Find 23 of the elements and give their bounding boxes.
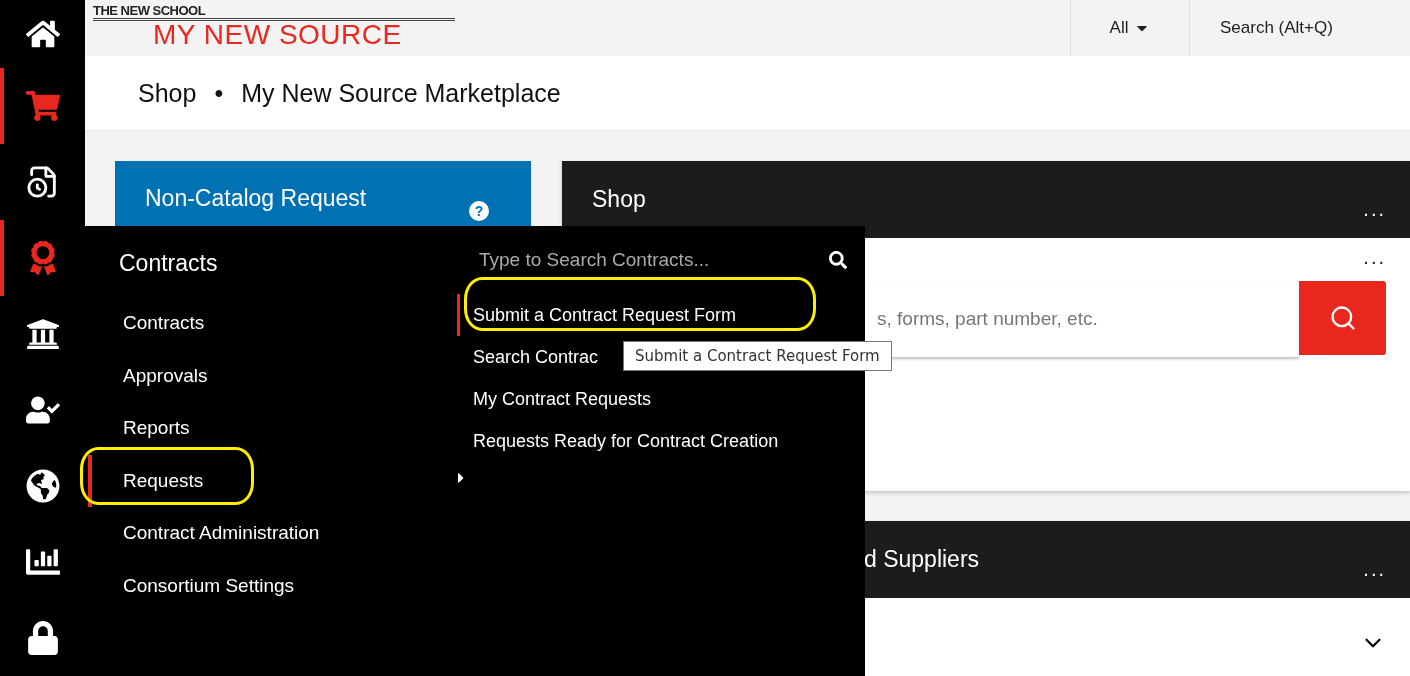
breadcrumb-text: Shop [138,78,197,108]
help-icon[interactable]: ? [469,201,489,221]
search-button[interactable] [1299,281,1386,355]
more-button[interactable]: ... [1363,198,1386,221]
search-icon [1328,304,1357,332]
breadcrumb-text: • [214,78,224,108]
card-title: Non-Catalog Request [145,185,367,212]
lock-icon [25,621,60,655]
more-button[interactable]: ... [1363,558,1386,581]
scope-dropdown[interactable]: All [1070,0,1190,56]
menu-title: Contracts [118,250,219,277]
more-button[interactable]: ... [1363,246,1386,269]
panel-title: d Suppliers [863,546,980,573]
user-check-icon [25,393,60,427]
tooltip: Submit a Contract Request Form [623,341,892,371]
search-icon [829,251,847,269]
globe-icon [25,469,60,503]
logo-title: MY NEW SOURCE [153,21,403,49]
bank-icon [25,317,60,351]
logo-subtitle: THE NEW SCHOOL [93,4,455,21]
panel-title: Shop [592,186,646,213]
cart-icon [25,89,60,123]
breadcrumb-text: My New Source Marketplace [241,78,561,108]
